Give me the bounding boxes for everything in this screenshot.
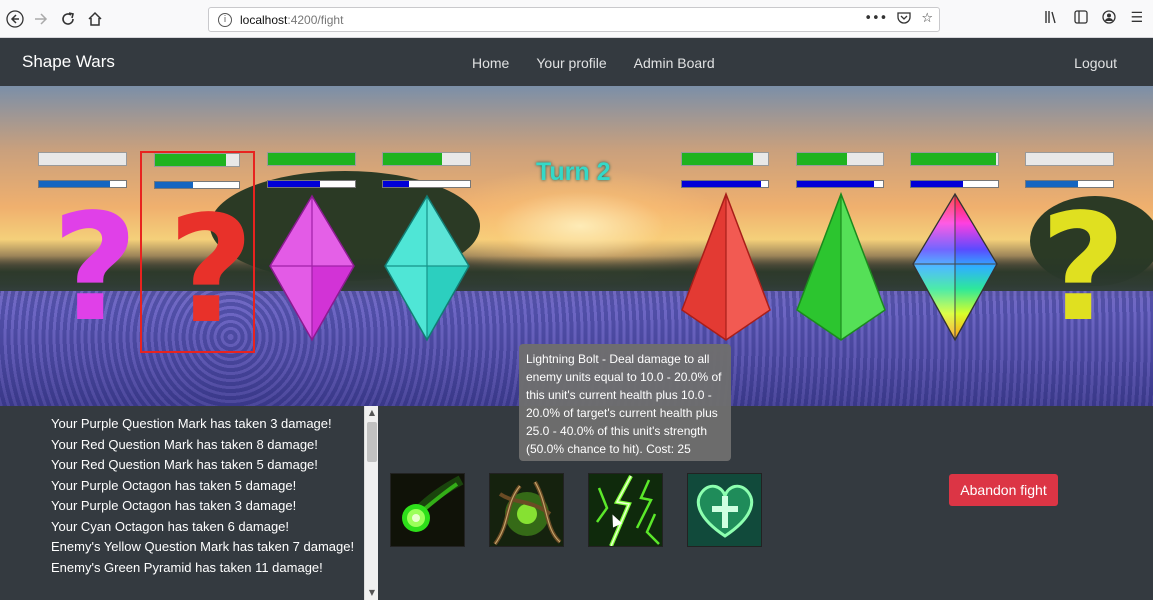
log-entry: Your Purple Octagon has taken 3 damage! [51, 498, 297, 513]
health-bar-fill [383, 153, 443, 165]
health-bar-fill [911, 153, 997, 165]
account-icon[interactable] [1102, 10, 1117, 28]
battle-log-scrollbar[interactable]: ▲ ▼ [364, 406, 378, 600]
health-bar [38, 152, 127, 166]
question-mark-shape: ? [168, 184, 254, 356]
health-bar-fill [155, 154, 227, 166]
nav-your-profile[interactable]: Your profile [536, 55, 606, 71]
health-bar-fill [797, 153, 847, 165]
log-entry: Your Purple Octagon has taken 5 damage! [51, 477, 297, 493]
url-path: :4200/fight [287, 12, 344, 27]
health-bar [910, 152, 999, 166]
battle-log-list: Your Purple Question Mark has taken 3 da… [51, 414, 356, 578]
mana-bar [681, 180, 769, 188]
home-icon[interactable] [84, 8, 106, 30]
mana-bar-fill [682, 181, 762, 187]
skill-tooltip: Lightning Bolt - Deal damage to all enem… [519, 344, 731, 461]
mana-bar-fill [268, 181, 321, 187]
mana-bar-fill [383, 181, 410, 187]
heart-heal-skill-icon[interactable] [687, 473, 762, 547]
scroll-thumb[interactable] [367, 422, 377, 462]
forward-arrow-icon[interactable] [30, 8, 52, 30]
octagon-shape [269, 194, 355, 342]
mana-bar-fill [797, 181, 875, 187]
lightning-bolt-skill-icon[interactable] [588, 473, 663, 547]
log-entry: Your Red Question Mark has taken 8 damag… [51, 436, 318, 452]
abandon-fight-button[interactable]: Abandon fight [949, 474, 1058, 506]
health-bar-fill [268, 153, 355, 165]
health-bar [1025, 152, 1114, 166]
octagon-shape [384, 194, 470, 342]
pocket-icon[interactable] [897, 11, 911, 29]
octagon-shape [912, 192, 998, 342]
question-mark-shape: ? [52, 182, 138, 354]
mana-bar [796, 180, 884, 188]
fireball-skill-icon[interactable] [390, 473, 465, 547]
library-icon[interactable] [1044, 10, 1060, 28]
health-bar [681, 152, 769, 166]
mana-bar [910, 180, 999, 188]
logout-link[interactable]: Logout [1074, 55, 1117, 71]
log-entry: Enemy's Green Pyramid has taken 11 damag… [51, 559, 323, 575]
address-bar[interactable]: i localhost:4200/fight ••• ☆ [208, 7, 940, 32]
log-entry: Enemy's Yellow Question Mark has taken 7… [51, 539, 355, 554]
health-bar [154, 153, 240, 167]
browser-toolbar: i localhost:4200/fight ••• ☆ ☰ [0, 0, 1153, 38]
log-entry: Your Red Question Mark has taken 5 damag… [51, 457, 318, 472]
turn-indicator: Turn 2 [536, 158, 611, 186]
site-info-icon[interactable]: i [218, 12, 232, 27]
mana-bar-fill [911, 181, 964, 187]
page-actions-icon[interactable]: ••• [864, 11, 887, 29]
mana-bar [382, 180, 471, 188]
sidebar-icon[interactable] [1074, 10, 1089, 28]
health-bar-fill [682, 153, 754, 165]
health-bar [382, 152, 471, 166]
nav-admin-board[interactable]: Admin Board [634, 55, 715, 71]
nav-home[interactable]: Home [472, 55, 509, 71]
question-mark-shape: ? [1040, 182, 1126, 354]
brand-logo[interactable]: Shape Wars [22, 52, 115, 72]
log-entry: Your Purple Question Mark has taken 3 da… [51, 416, 332, 431]
app-navbar: Shape Wars Home Your profile Admin Board… [0, 38, 1153, 86]
mana-bar [267, 180, 356, 188]
bookmark-star-icon[interactable]: ☆ [921, 11, 933, 29]
url-host: localhost [240, 12, 288, 27]
thorny-vines-skill-icon[interactable] [489, 473, 564, 547]
back-arrow-icon[interactable] [4, 8, 26, 30]
battle-log: Your Purple Question Mark has taken 3 da… [0, 406, 380, 600]
reload-icon[interactable] [57, 8, 79, 30]
pyramid-shape [796, 192, 886, 341]
scroll-down-icon[interactable]: ▼ [365, 586, 379, 600]
pyramid-shape [681, 192, 771, 341]
health-bar [267, 152, 356, 166]
health-bar [796, 152, 884, 166]
scroll-up-icon[interactable]: ▲ [365, 406, 379, 420]
menu-icon[interactable]: ☰ [1130, 10, 1143, 28]
log-entry: Your Cyan Octagon has taken 6 damage! [51, 518, 290, 534]
